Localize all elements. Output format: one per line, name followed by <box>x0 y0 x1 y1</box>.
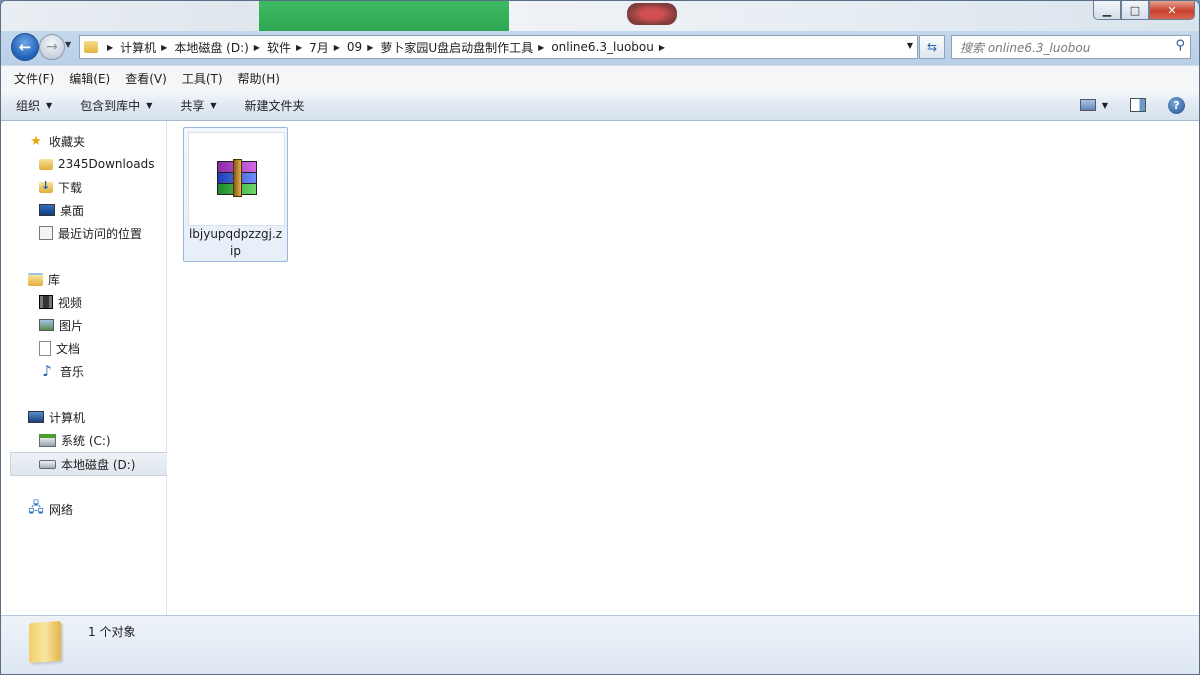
breadcrumb-item[interactable]: 09 ▶ <box>347 40 380 54</box>
share-button[interactable]: 共享 ▼ <box>180 97 216 114</box>
computer-icon <box>28 411 44 423</box>
background-app-fragment <box>259 1 509 31</box>
network-icon: 🖧 <box>28 500 44 516</box>
file-list[interactable]: lbjyupqdpzzgj.zip <box>167 121 1199 615</box>
forward-button[interactable]: → <box>39 34 65 60</box>
downloads-folder-icon <box>39 179 53 193</box>
breadcrumb-arrow-icon[interactable]: ▶ <box>334 43 340 52</box>
library-icon <box>28 272 43 286</box>
winrar-archive-icon <box>215 159 257 197</box>
menu-tools[interactable]: 工具(T) <box>180 68 225 89</box>
menu-help[interactable]: 帮助(H) <box>236 68 282 89</box>
menu-view[interactable]: 查看(V) <box>123 68 169 89</box>
title-bar[interactable]: ▁ □ ✕ <box>1 1 1199 31</box>
view-options-dropdown-icon[interactable]: ▼ <box>1102 101 1108 110</box>
forward-arrow-icon: → <box>46 39 58 55</box>
breadcrumb-item[interactable]: 软件 ▶ <box>267 39 309 56</box>
help-icon[interactable]: ? <box>1168 96 1185 114</box>
change-view-icon[interactable] <box>1079 99 1096 111</box>
details-pane: 1 个对象 <box>1 615 1199 674</box>
picture-library-icon <box>39 319 54 331</box>
recent-places-icon <box>39 226 53 240</box>
folder-icon <box>39 158 53 170</box>
chevron-down-icon: ▼ <box>146 100 153 110</box>
breadcrumb-arrow-icon[interactable]: ▶ <box>367 43 373 52</box>
refresh-button[interactable]: ⇆ <box>919 35 945 59</box>
folder-icon <box>29 620 61 664</box>
address-dropdown-icon[interactable]: ▼ <box>907 41 913 50</box>
breadcrumb-arrow-icon[interactable]: ▶ <box>161 43 167 52</box>
recent-pages-dropdown[interactable]: ▼ <box>65 40 71 49</box>
menu-file[interactable]: 文件(F) <box>12 68 56 89</box>
back-arrow-icon: ← <box>18 38 32 56</box>
chevron-down-icon: ▼ <box>46 100 53 110</box>
breadcrumb-item[interactable]: 计算机 ▶ <box>120 39 174 56</box>
system-drive-icon <box>39 433 56 447</box>
minimize-button[interactable]: ▁ <box>1093 1 1121 20</box>
sidebar-computer[interactable]: 计算机 <box>1 406 193 428</box>
sidebar-favorites[interactable]: ★ 收藏夹 <box>1 130 193 152</box>
file-thumbnail <box>188 132 285 226</box>
file-name: lbjyupqdpzzgj.zip <box>188 227 283 258</box>
video-library-icon <box>39 295 53 309</box>
close-button[interactable]: ✕ <box>1149 1 1195 20</box>
music-note-icon: ♪ <box>42 362 52 380</box>
star-icon: ★ <box>30 133 42 149</box>
breadcrumb-arrow-icon[interactable]: ▶ <box>538 43 544 52</box>
item-count: 1 个对象 <box>88 625 136 639</box>
sidebar-network[interactable]: 🖧 网络 <box>1 498 193 520</box>
search-input[interactable]: 搜索 online6.3_luobou ⚲ <box>951 35 1191 59</box>
breadcrumb-arrow-icon[interactable]: ▶ <box>659 43 665 52</box>
explorer-window: ▁ □ ✕ ← → ▼ ▶ 计算机 ▶ 本地磁盘 (D:) ▶ 软件 ▶ 7月 ▶ 09… <box>0 0 1200 675</box>
preview-pane-icon[interactable] <box>1130 98 1146 112</box>
menu-bar: 文件(F) 编辑(E) 查看(V) 工具(T) 帮助(H) <box>1 65 1199 91</box>
menu-edit[interactable]: 编辑(E) <box>67 68 112 89</box>
search-placeholder: 搜索 online6.3_luobou <box>960 40 1091 55</box>
new-folder-button[interactable]: 新建文件夹 <box>245 97 305 114</box>
search-icon[interactable]: ⚲ <box>1175 38 1185 53</box>
navigation-pane: ★收藏夹 2345Downloads 下载 桌面 最近访问的位置 库 视频 图片… <box>1 121 195 615</box>
navigation-bar: ← → ▼ ▶ 计算机 ▶ 本地磁盘 (D:) ▶ 软件 ▶ 7月 ▶ 09 ▶ 萝卜家园… <box>1 31 1199 63</box>
breadcrumb-arrow-icon[interactable]: ▶ <box>296 43 302 52</box>
document-library-icon <box>39 340 51 356</box>
view-controls: ▼ ? <box>1079 90 1199 120</box>
breadcrumb-item[interactable]: 萝卜家园U盘启动盘制作工具 ▶ <box>380 39 551 56</box>
window-controls: ▁ □ ✕ <box>1093 1 1195 20</box>
include-in-library-button[interactable]: 包含到库中 ▼ <box>80 97 152 114</box>
breadcrumb-root-arrow[interactable]: ▶ <box>102 43 120 52</box>
breadcrumb-item[interactable]: online6.3_luobou ▶ <box>551 40 672 54</box>
folder-icon <box>84 41 98 53</box>
desktop-icon <box>39 204 55 216</box>
file-item[interactable]: lbjyupqdpzzgj.zip <box>183 127 288 262</box>
hard-drive-icon <box>39 459 56 469</box>
breadcrumb-item[interactable]: 本地磁盘 (D:) ▶ <box>174 39 267 56</box>
back-button[interactable]: ← <box>11 33 39 61</box>
address-bar[interactable]: ▶ 计算机 ▶ 本地磁盘 (D:) ▶ 软件 ▶ 7月 ▶ 09 ▶ 萝卜家园U盘启动盘制… <box>79 35 918 59</box>
sidebar-libraries[interactable]: 库 <box>1 268 193 290</box>
organize-button[interactable]: 组织 ▼ <box>16 97 52 114</box>
command-bar: 组织 ▼ 包含到库中 ▼ 共享 ▼ 新建文件夹 ▼ ? <box>1 90 1199 121</box>
breadcrumb-item[interactable]: 7月 ▶ <box>309 39 347 56</box>
breadcrumb-arrow-icon[interactable]: ▶ <box>254 43 260 52</box>
refresh-icon: ⇆ <box>926 40 938 54</box>
maximize-button[interactable]: □ <box>1121 1 1149 20</box>
background-app-fragment-red <box>627 3 677 25</box>
chevron-down-icon: ▼ <box>210 100 217 110</box>
